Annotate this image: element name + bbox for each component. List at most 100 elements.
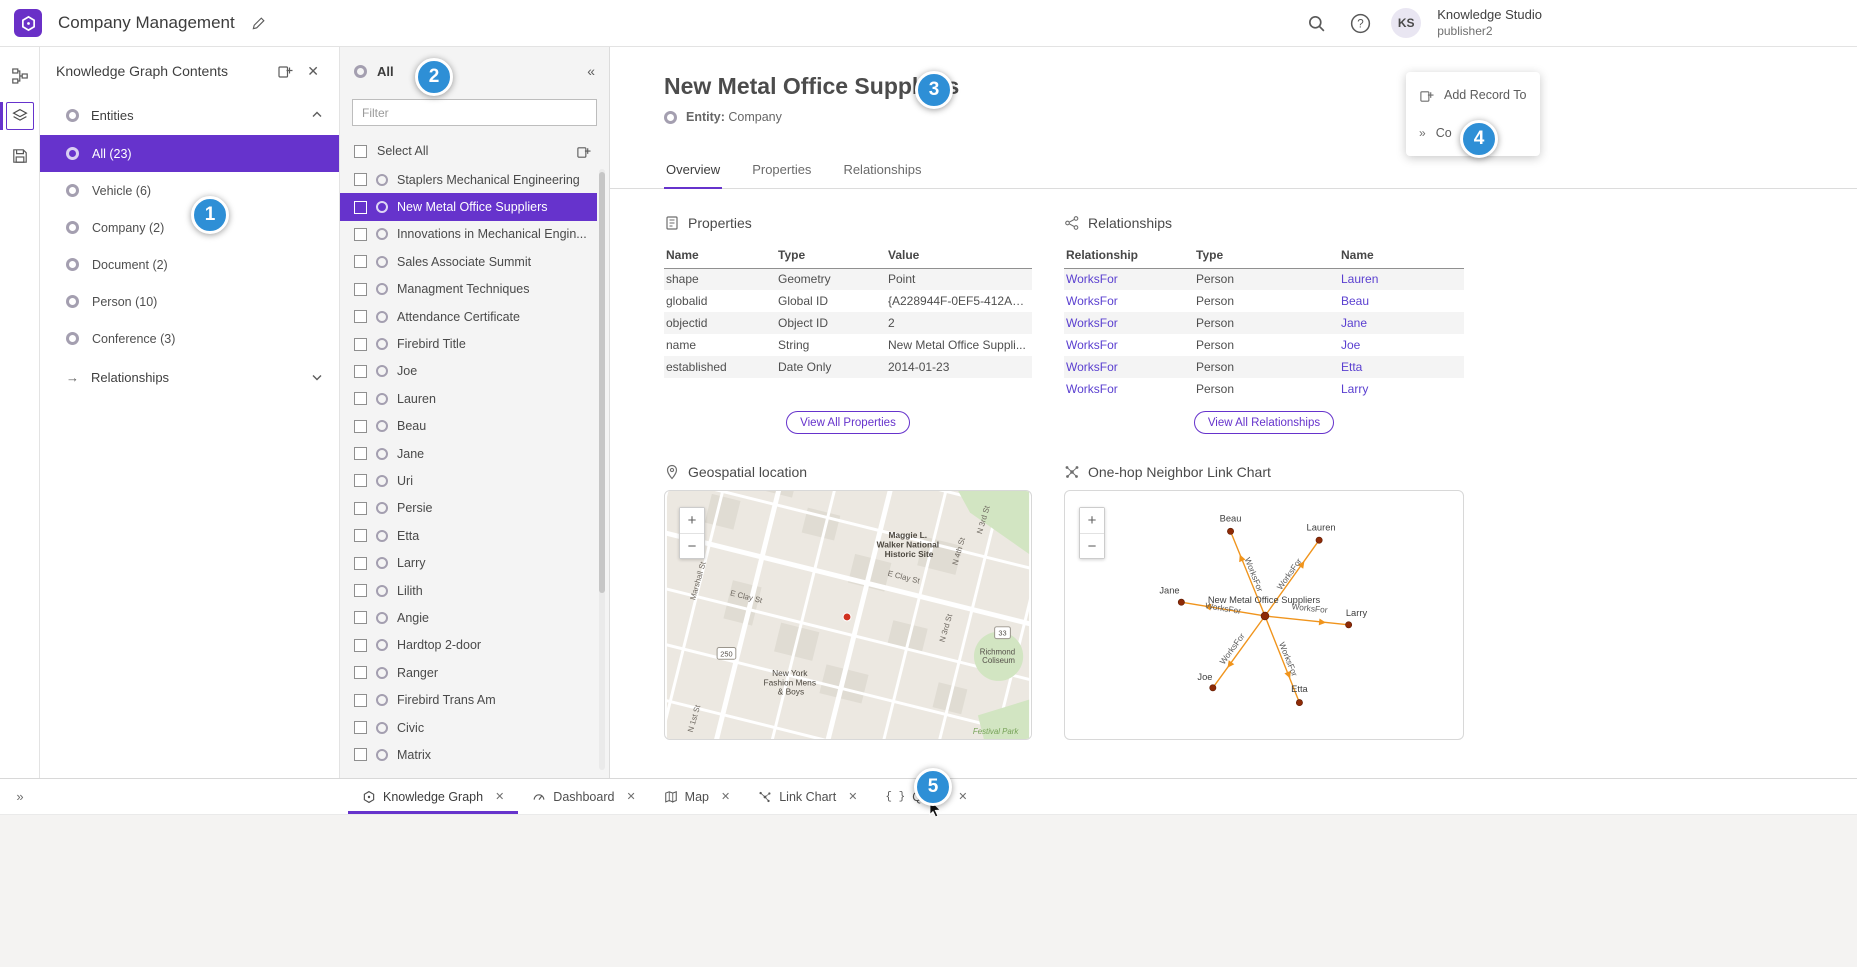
select-all-checkbox[interactable] bbox=[354, 145, 367, 158]
tab-properties[interactable]: Properties bbox=[750, 154, 813, 188]
relationship-link[interactable]: WorksFor bbox=[1064, 312, 1194, 334]
expand-rail-icon[interactable]: » bbox=[0, 779, 40, 814]
rail-item-hierarchy[interactable] bbox=[0, 59, 40, 93]
add-to-new-icon[interactable] bbox=[273, 59, 297, 83]
close-tab-icon[interactable]: ✕ bbox=[495, 790, 504, 803]
entity-type-item[interactable]: Document (2) bbox=[40, 246, 339, 283]
record-list-item[interactable]: Firebird Trans Am bbox=[340, 686, 597, 713]
app-logo-icon[interactable] bbox=[14, 9, 42, 37]
record-checkbox[interactable] bbox=[354, 255, 367, 268]
graph-node[interactable] bbox=[1296, 699, 1302, 705]
record-list-item[interactable]: Persie bbox=[340, 495, 597, 522]
related-entity-link[interactable]: Jane bbox=[1339, 312, 1464, 334]
zoom-out-button[interactable]: − bbox=[1080, 533, 1104, 558]
relationship-link[interactable]: WorksFor bbox=[1064, 334, 1194, 356]
relationship-link[interactable]: WorksFor bbox=[1064, 268, 1194, 290]
record-checkbox[interactable] bbox=[354, 529, 367, 542]
record-list-item[interactable]: Civic bbox=[340, 714, 597, 741]
record-list-item[interactable]: Managment Techniques bbox=[340, 276, 597, 303]
record-checkbox[interactable] bbox=[354, 557, 367, 570]
entity-type-item[interactable]: Person (10) bbox=[40, 283, 339, 320]
record-list-item[interactable]: Firebird Title bbox=[340, 330, 597, 357]
entity-type-item[interactable]: Company (2) bbox=[40, 209, 339, 246]
record-list-item[interactable]: Sales Associate Summit bbox=[340, 248, 597, 275]
graph-node[interactable] bbox=[1316, 537, 1322, 543]
graph-node[interactable] bbox=[1345, 622, 1351, 628]
record-checkbox[interactable] bbox=[354, 474, 367, 487]
record-list-item[interactable]: Angie bbox=[340, 604, 597, 631]
record-list-item[interactable]: Lilith bbox=[340, 577, 597, 604]
record-checkbox[interactable] bbox=[354, 283, 367, 296]
record-checkbox[interactable] bbox=[354, 748, 367, 761]
related-entity-link[interactable]: Beau bbox=[1339, 290, 1464, 312]
bottom-tab-link-chart[interactable]: Link Chart ✕ bbox=[744, 779, 871, 814]
zoom-in-button[interactable]: + bbox=[680, 508, 704, 533]
related-entity-link[interactable]: Larry bbox=[1339, 378, 1464, 400]
view-all-properties-button[interactable]: View All Properties bbox=[786, 411, 910, 434]
entity-type-item[interactable]: Vehicle (6) bbox=[40, 172, 339, 209]
record-checkbox[interactable] bbox=[354, 228, 367, 241]
record-checkbox[interactable] bbox=[354, 502, 367, 515]
scrollbar-track[interactable] bbox=[599, 169, 605, 770]
entity-type-item[interactable]: Conference (3) bbox=[40, 320, 339, 357]
record-checkbox[interactable] bbox=[354, 201, 367, 214]
record-list-item[interactable]: Jane bbox=[340, 440, 597, 467]
record-checkbox[interactable] bbox=[354, 173, 367, 186]
zoom-out-button[interactable]: − bbox=[680, 533, 704, 558]
add-record-icon[interactable] bbox=[572, 140, 595, 163]
search-button[interactable] bbox=[1303, 10, 1330, 37]
edit-title-button[interactable] bbox=[247, 12, 270, 35]
close-tab-icon[interactable]: ✕ bbox=[721, 790, 730, 803]
close-tab-icon[interactable]: ✕ bbox=[626, 790, 635, 803]
record-checkbox[interactable] bbox=[354, 694, 367, 707]
record-list-item[interactable]: New Metal Office Suppliers bbox=[340, 193, 597, 220]
scrollbar-thumb[interactable] bbox=[599, 172, 605, 593]
record-list-item[interactable]: Uri bbox=[340, 467, 597, 494]
record-checkbox[interactable] bbox=[354, 447, 367, 460]
bottom-tab-knowledge-graph[interactable]: Knowledge Graph ✕ bbox=[348, 779, 518, 814]
graph-node[interactable] bbox=[1178, 599, 1184, 605]
relationship-link[interactable]: WorksFor bbox=[1064, 290, 1194, 312]
record-checkbox[interactable] bbox=[354, 310, 367, 323]
menu-item-add-record-to[interactable]: Add Record To bbox=[1406, 76, 1540, 114]
tab-relationships[interactable]: Relationships bbox=[841, 154, 923, 188]
record-list-item[interactable]: Matrix bbox=[340, 741, 597, 768]
rail-item-contents[interactable] bbox=[0, 99, 40, 133]
center-node[interactable] bbox=[1261, 612, 1269, 620]
record-checkbox[interactable] bbox=[354, 365, 367, 378]
graph-node[interactable] bbox=[1227, 528, 1233, 534]
record-list-item[interactable]: Joe bbox=[340, 358, 597, 385]
filter-input[interactable] bbox=[352, 99, 597, 126]
map-canvas[interactable]: N 3rd St N 4th St N 3rd St E Clay St E C… bbox=[665, 491, 1031, 739]
account-menu[interactable]: Knowledge Studio publisher2 bbox=[1437, 7, 1542, 39]
rail-item-save[interactable] bbox=[0, 139, 40, 173]
record-list-item[interactable]: Beau bbox=[340, 413, 597, 440]
record-checkbox[interactable] bbox=[354, 721, 367, 734]
record-checkbox[interactable] bbox=[354, 420, 367, 433]
record-list-item[interactable]: Hardtop 2-door bbox=[340, 632, 597, 659]
relationships-section-header[interactable]: → Relationships bbox=[40, 357, 339, 397]
record-checkbox[interactable] bbox=[354, 338, 367, 351]
relationship-link[interactable]: WorksFor bbox=[1064, 356, 1194, 378]
record-list-item[interactable]: Lauren bbox=[340, 385, 597, 412]
record-list-item[interactable]: Staplers Mechanical Engineering bbox=[340, 166, 597, 193]
link-chart-canvas[interactable]: WorksFor WorksFor WorksFor WorksFor Work… bbox=[1065, 491, 1463, 739]
bottom-tab-map[interactable]: Map ✕ bbox=[650, 779, 745, 814]
collapse-panel-icon[interactable]: « bbox=[587, 63, 595, 79]
tab-overview[interactable]: Overview bbox=[664, 154, 722, 188]
related-entity-link[interactable]: Etta bbox=[1339, 356, 1464, 378]
record-list-item[interactable]: Attendance Certificate bbox=[340, 303, 597, 330]
close-tab-icon[interactable]: ✕ bbox=[958, 790, 967, 803]
entity-type-item[interactable]: All (23) bbox=[40, 135, 339, 172]
close-tab-icon[interactable]: ✕ bbox=[848, 790, 857, 803]
record-list-item[interactable]: Ranger bbox=[340, 659, 597, 686]
close-panel-icon[interactable]: ✕ bbox=[303, 59, 323, 84]
user-avatar[interactable]: KS bbox=[1391, 8, 1421, 38]
zoom-in-button[interactable]: + bbox=[1080, 508, 1104, 533]
related-entity-link[interactable]: Joe bbox=[1339, 334, 1464, 356]
record-checkbox[interactable] bbox=[354, 584, 367, 597]
record-checkbox[interactable] bbox=[354, 611, 367, 624]
record-list-item[interactable]: Innovations in Mechanical Engin... bbox=[340, 221, 597, 248]
record-checkbox[interactable] bbox=[354, 639, 367, 652]
help-button[interactable]: ? bbox=[1346, 9, 1375, 38]
